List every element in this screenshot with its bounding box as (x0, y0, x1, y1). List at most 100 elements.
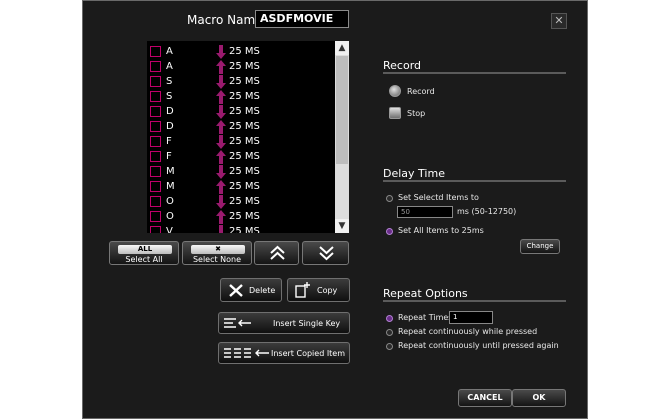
insert-key-icon (224, 318, 251, 328)
list-item[interactable]: O 25 MS (147, 195, 335, 210)
list-item[interactable]: O 25 MS (147, 210, 335, 225)
list-item[interactable]: A 25 MS (147, 60, 335, 75)
list-item-delay: 25 MS (229, 151, 260, 162)
list-item-delay: 25 MS (229, 76, 260, 87)
list-item-key: D (166, 106, 174, 117)
list-item-checkbox[interactable] (150, 196, 161, 207)
delay-divider (383, 180, 566, 182)
list-item-delay: 25 MS (229, 121, 260, 132)
repeat-divider (383, 300, 566, 302)
list-scrollbar[interactable]: ▲ ▼ (335, 41, 349, 233)
list-item-checkbox[interactable] (150, 211, 161, 222)
move-up-button[interactable] (254, 241, 299, 265)
arrow-up-icon (216, 120, 226, 134)
arrow-down-icon (216, 105, 226, 119)
copy-button[interactable]: Copy (287, 278, 350, 302)
list-item-delay: 25 MS (229, 211, 260, 222)
select-all-button[interactable]: ALL Select All (109, 241, 179, 265)
list-item-checkbox[interactable] (150, 91, 161, 102)
insert-single-key-button[interactable]: Insert Single Key (218, 312, 350, 334)
list-item-checkbox[interactable] (150, 106, 161, 117)
arrow-down-icon (216, 135, 226, 149)
list-item-checkbox[interactable] (150, 136, 161, 147)
stop-label[interactable]: Stop (407, 109, 425, 118)
list-item-delay: 25 MS (229, 136, 260, 147)
arrow-up-icon (216, 180, 226, 194)
list-item-checkbox[interactable] (150, 151, 161, 162)
change-label: Change (526, 242, 554, 250)
stop-icon[interactable] (389, 107, 401, 119)
record-label[interactable]: Record (407, 87, 435, 96)
insert-copied-item-button[interactable]: Insert Copied Item (218, 342, 350, 364)
scroll-up-arrow-icon[interactable]: ▲ (335, 41, 349, 55)
repeat-times-input[interactable]: 1 (449, 311, 493, 324)
arrow-down-icon (216, 45, 226, 59)
list-item[interactable]: S 25 MS (147, 90, 335, 105)
delete-button[interactable]: Delete (220, 278, 282, 302)
list-item-key: F (166, 136, 172, 147)
close-button[interactable]: ✕ (551, 13, 567, 29)
arrow-down-icon (216, 165, 226, 179)
list-item-delay: 25 MS (229, 181, 260, 192)
repeat-until-pressed-radio[interactable] (386, 343, 393, 350)
list-item-key: S (166, 91, 173, 102)
select-none-label: Select None (192, 255, 242, 264)
change-button[interactable]: Change (520, 239, 560, 254)
list-item-key: S (166, 76, 173, 87)
list-item-checkbox[interactable] (150, 46, 161, 57)
ok-label: OK (532, 393, 546, 402)
repeat-times-radio[interactable] (386, 315, 393, 322)
select-none-button[interactable]: ✖ Select None (182, 241, 252, 265)
set-all-label: Set All Items to 25ms (398, 226, 484, 235)
list-item-checkbox[interactable] (150, 121, 161, 132)
list-item[interactable]: F 25 MS (147, 135, 335, 150)
repeat-section-title: Repeat Options (383, 287, 468, 300)
list-item-key: M (166, 166, 175, 177)
macro-name-input[interactable]: ASDFMOVIE (255, 10, 349, 28)
list-item-checkbox[interactable] (150, 226, 161, 233)
set-selected-radio[interactable] (386, 195, 393, 202)
scroll-down-arrow-icon[interactable]: ▼ (335, 219, 349, 233)
double-chevron-down-icon (319, 246, 334, 261)
list-item[interactable]: S 25 MS (147, 75, 335, 90)
list-item-key: A (166, 61, 173, 72)
list-item-checkbox[interactable] (150, 76, 161, 87)
list-item[interactable]: M 25 MS (147, 165, 335, 180)
list-item-key: D (166, 121, 174, 132)
list-item[interactable]: F 25 MS (147, 150, 335, 165)
cancel-button[interactable]: CANCEL (458, 389, 512, 407)
record-icon[interactable] (389, 85, 401, 97)
macro-name-label: Macro Name (187, 13, 263, 27)
list-item-delay: 25 MS (229, 226, 260, 233)
ok-button[interactable]: OK (512, 389, 566, 407)
list-item[interactable]: D 25 MS (147, 105, 335, 120)
repeat-until-pressed-label: Repeat continuously until pressed again (398, 341, 559, 350)
set-all-radio[interactable] (386, 228, 393, 235)
list-item[interactable]: M 25 MS (147, 180, 335, 195)
macro-key-list[interactable]: A 25 MS A 25 MS S 25 MS S 25 MS D 25 MS D 25 MS F 25 … (147, 41, 349, 233)
move-down-button[interactable] (302, 241, 349, 265)
list-item[interactable]: D 25 MS (147, 120, 335, 135)
cancel-label: CANCEL (467, 393, 503, 402)
delay-ms-input[interactable]: 50 (397, 206, 453, 218)
select-all-indicator: ALL (118, 245, 172, 254)
scroll-thumb[interactable] (336, 56, 348, 164)
repeat-while-pressed-radio[interactable] (386, 329, 393, 336)
x-icon (229, 284, 243, 297)
list-item-checkbox[interactable] (150, 181, 161, 192)
delay-section-title: Delay Time (383, 167, 445, 180)
list-item[interactable]: V 25 MS (147, 225, 335, 233)
repeat-while-pressed-label: Repeat continuously while pressed (398, 327, 538, 336)
arrow-up-icon (216, 150, 226, 164)
list-item-checkbox[interactable] (150, 166, 161, 177)
arrow-up-icon (216, 60, 226, 74)
insert-copied-item-label: Insert Copied Item (271, 349, 346, 358)
double-chevron-up-icon (270, 245, 285, 260)
list-item[interactable]: A 25 MS (147, 45, 335, 60)
list-item-checkbox[interactable] (150, 61, 161, 72)
delete-label: Delete (249, 286, 276, 295)
record-section-title: Record (383, 59, 422, 72)
list-item-key: O (166, 211, 174, 222)
list-item-delay: 25 MS (229, 196, 260, 207)
copy-icon (295, 282, 310, 298)
